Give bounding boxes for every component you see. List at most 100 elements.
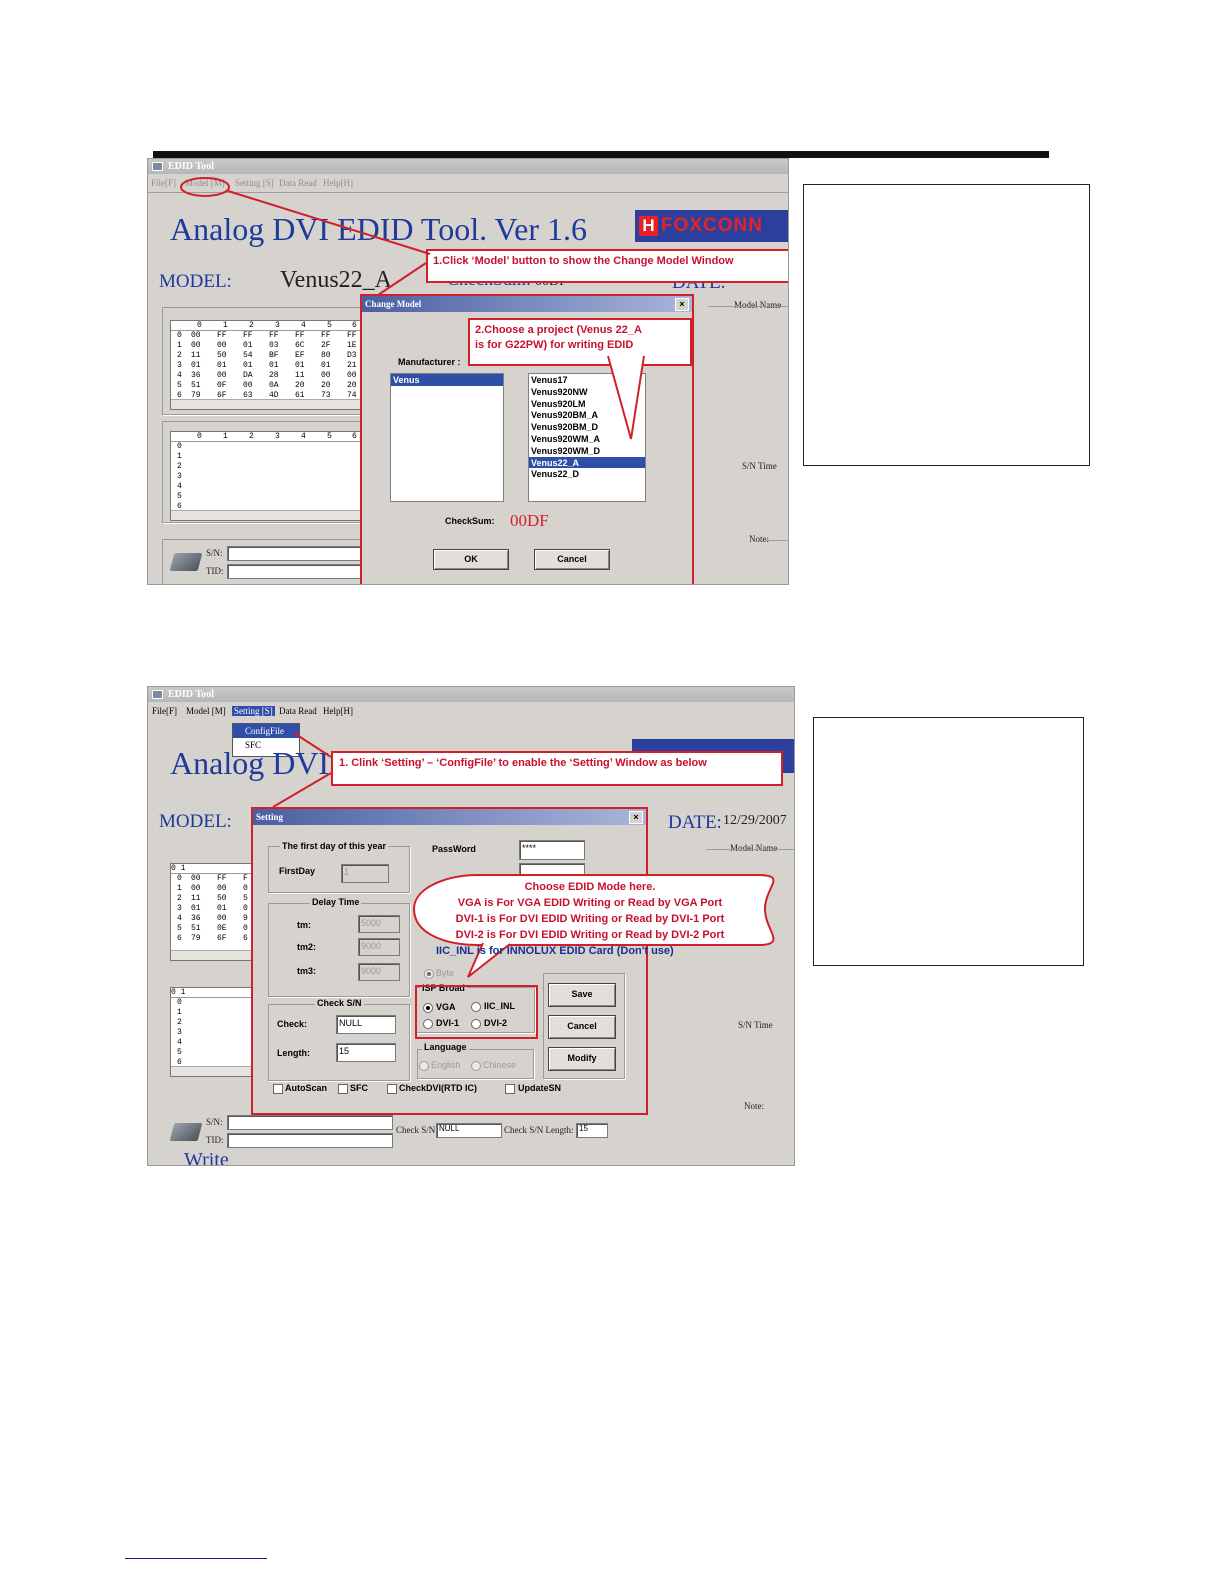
- menu-model[interactable]: Model [M]: [185, 178, 225, 188]
- horizontal-scrollbar[interactable]: [171, 399, 371, 409]
- table-cell: 6: [243, 934, 248, 943]
- cancel-button[interactable]: Cancel: [548, 1015, 616, 1039]
- check-sn-length-field[interactable]: 15: [576, 1123, 608, 1138]
- list-item[interactable]: Venus920BM_A: [529, 409, 645, 421]
- table-row: 0 00 FF F: [171, 874, 253, 884]
- window-title: EDID Tool: [168, 689, 214, 700]
- updatesn-label: UpdateSN: [518, 1083, 562, 1093]
- col-header: 2: [249, 321, 254, 330]
- table-row: 0: [171, 442, 371, 452]
- table-cell: 00: [191, 331, 201, 340]
- menu-setting[interactable]: Setting [S]: [232, 706, 275, 716]
- check-sn-field[interactable]: NULL: [436, 1123, 502, 1138]
- save-button[interactable]: Save: [548, 983, 616, 1007]
- tm2-label: tm2:: [297, 942, 317, 952]
- list-item[interactable]: Venus920BM_D: [529, 421, 645, 433]
- sn-input[interactable]: [227, 1115, 393, 1130]
- check-input[interactable]: NULL: [336, 1015, 396, 1034]
- tm3-input[interactable]: 9000: [358, 963, 400, 981]
- write-label: Write: [184, 1149, 229, 1166]
- menu-file[interactable]: File[F]: [152, 706, 177, 716]
- table-cell: FF: [217, 331, 227, 340]
- ok-button[interactable]: OK: [433, 549, 509, 570]
- sfc-checkbox[interactable]: [338, 1084, 348, 1094]
- table-cell: 00: [217, 341, 227, 350]
- tid-input[interactable]: [227, 1133, 393, 1148]
- byte-radio[interactable]: [424, 969, 434, 979]
- sn-input[interactable]: [227, 546, 361, 561]
- edid-grid-empty: 0 1 0123456: [170, 987, 254, 1077]
- first-day-input[interactable]: 1: [341, 864, 389, 883]
- tid-input[interactable]: [227, 564, 361, 579]
- row-index: 0: [177, 874, 182, 883]
- row-index: 5: [177, 492, 182, 501]
- list-item[interactable]: Venus17: [529, 374, 645, 386]
- table-cell: 20: [321, 381, 331, 390]
- table-cell: 01: [217, 361, 227, 370]
- list-item[interactable]: Venus22_D: [529, 468, 645, 480]
- list-item[interactable]: Venus920WM_A: [529, 433, 645, 445]
- first-day-label: FirstDay: [279, 866, 316, 876]
- tm-input[interactable]: 5000: [358, 915, 400, 933]
- table-cell: 0F: [217, 381, 227, 390]
- length-input[interactable]: 15: [336, 1043, 396, 1062]
- list-item[interactable]: Venus22_A: [529, 456, 645, 469]
- table-cell: 00: [321, 371, 331, 380]
- list-item[interactable]: Venus920NW: [529, 386, 645, 398]
- extra-input[interactable]: [519, 863, 585, 875]
- table-row: 3 01 01 01 01 01 01 21: [171, 361, 371, 371]
- col-header: 2: [249, 432, 254, 441]
- menu-model[interactable]: Model [M]: [186, 706, 226, 716]
- dialog-titlebar: Setting: [253, 809, 646, 825]
- table-cell: 80: [321, 351, 331, 360]
- menu-data-read[interactable]: Data Read: [279, 706, 317, 716]
- menu-help[interactable]: Help[H]: [323, 706, 353, 716]
- menu-item-configfile[interactable]: ConfigFile: [233, 724, 299, 738]
- close-icon[interactable]: ×: [629, 811, 643, 824]
- menu-bar: File[F] Model [M] Setting [S] Data Read …: [148, 703, 794, 719]
- menu-file[interactable]: File[F]: [151, 178, 176, 188]
- table-cell: 00: [243, 381, 253, 390]
- col-header: 1: [223, 321, 228, 330]
- menu-data-read[interactable]: Data Read: [279, 178, 317, 188]
- dialog-checksum-label: CheckSum:: [445, 516, 495, 526]
- horizontal-scrollbar[interactable]: [171, 1066, 253, 1076]
- list-item[interactable]: Venus920WM_D: [529, 445, 645, 457]
- row-index: 0: [177, 998, 182, 1007]
- row-index: 2: [177, 351, 182, 360]
- horizontal-scrollbar[interactable]: [171, 510, 371, 520]
- list-item[interactable]: Venus: [391, 374, 503, 386]
- table-cell: 00: [191, 874, 201, 883]
- sn-time-label: S/N Time: [738, 1020, 773, 1030]
- password-label: PassWord: [432, 844, 476, 854]
- manufacturer-list[interactable]: Venus: [390, 373, 504, 502]
- col-header: 0: [197, 321, 202, 330]
- table-cell: 01: [295, 361, 305, 370]
- table-cell: 36: [191, 371, 201, 380]
- updatesn-checkbox[interactable]: [505, 1084, 515, 1094]
- lang-radio-chinese[interactable]: [471, 1061, 481, 1071]
- close-icon[interactable]: ×: [675, 298, 689, 311]
- cancel-button[interactable]: Cancel: [534, 549, 610, 570]
- chip-icon: [169, 545, 204, 579]
- checkdvi-checkbox[interactable]: [387, 1084, 397, 1094]
- row-index: 3: [177, 904, 182, 913]
- model-list[interactable]: Venus17 Venus920NW Venus920LM Venus920BM_A V…: [528, 373, 646, 502]
- lang-radio-english[interactable]: [419, 1061, 429, 1071]
- row-index: 3: [177, 361, 182, 370]
- table-row: 2: [171, 1018, 253, 1028]
- col-header: 1: [180, 864, 186, 873]
- row-index: 1: [177, 884, 182, 893]
- dialog-checksum-value: 00DF: [510, 511, 549, 530]
- menu-setting[interactable]: Setting [S]: [235, 178, 274, 188]
- col-header: 1: [180, 988, 186, 997]
- menu-help[interactable]: Help[H]: [323, 178, 353, 188]
- list-item[interactable]: Venus920LM: [529, 398, 645, 410]
- row-index: 4: [177, 371, 182, 380]
- modify-button[interactable]: Modify: [548, 1047, 616, 1071]
- password-input[interactable]: ****: [519, 840, 585, 860]
- tm2-input[interactable]: 9000: [358, 938, 400, 956]
- autoscan-checkbox[interactable]: [273, 1084, 283, 1094]
- col-header: 4: [301, 321, 306, 330]
- horizontal-scrollbar[interactable]: [171, 950, 253, 960]
